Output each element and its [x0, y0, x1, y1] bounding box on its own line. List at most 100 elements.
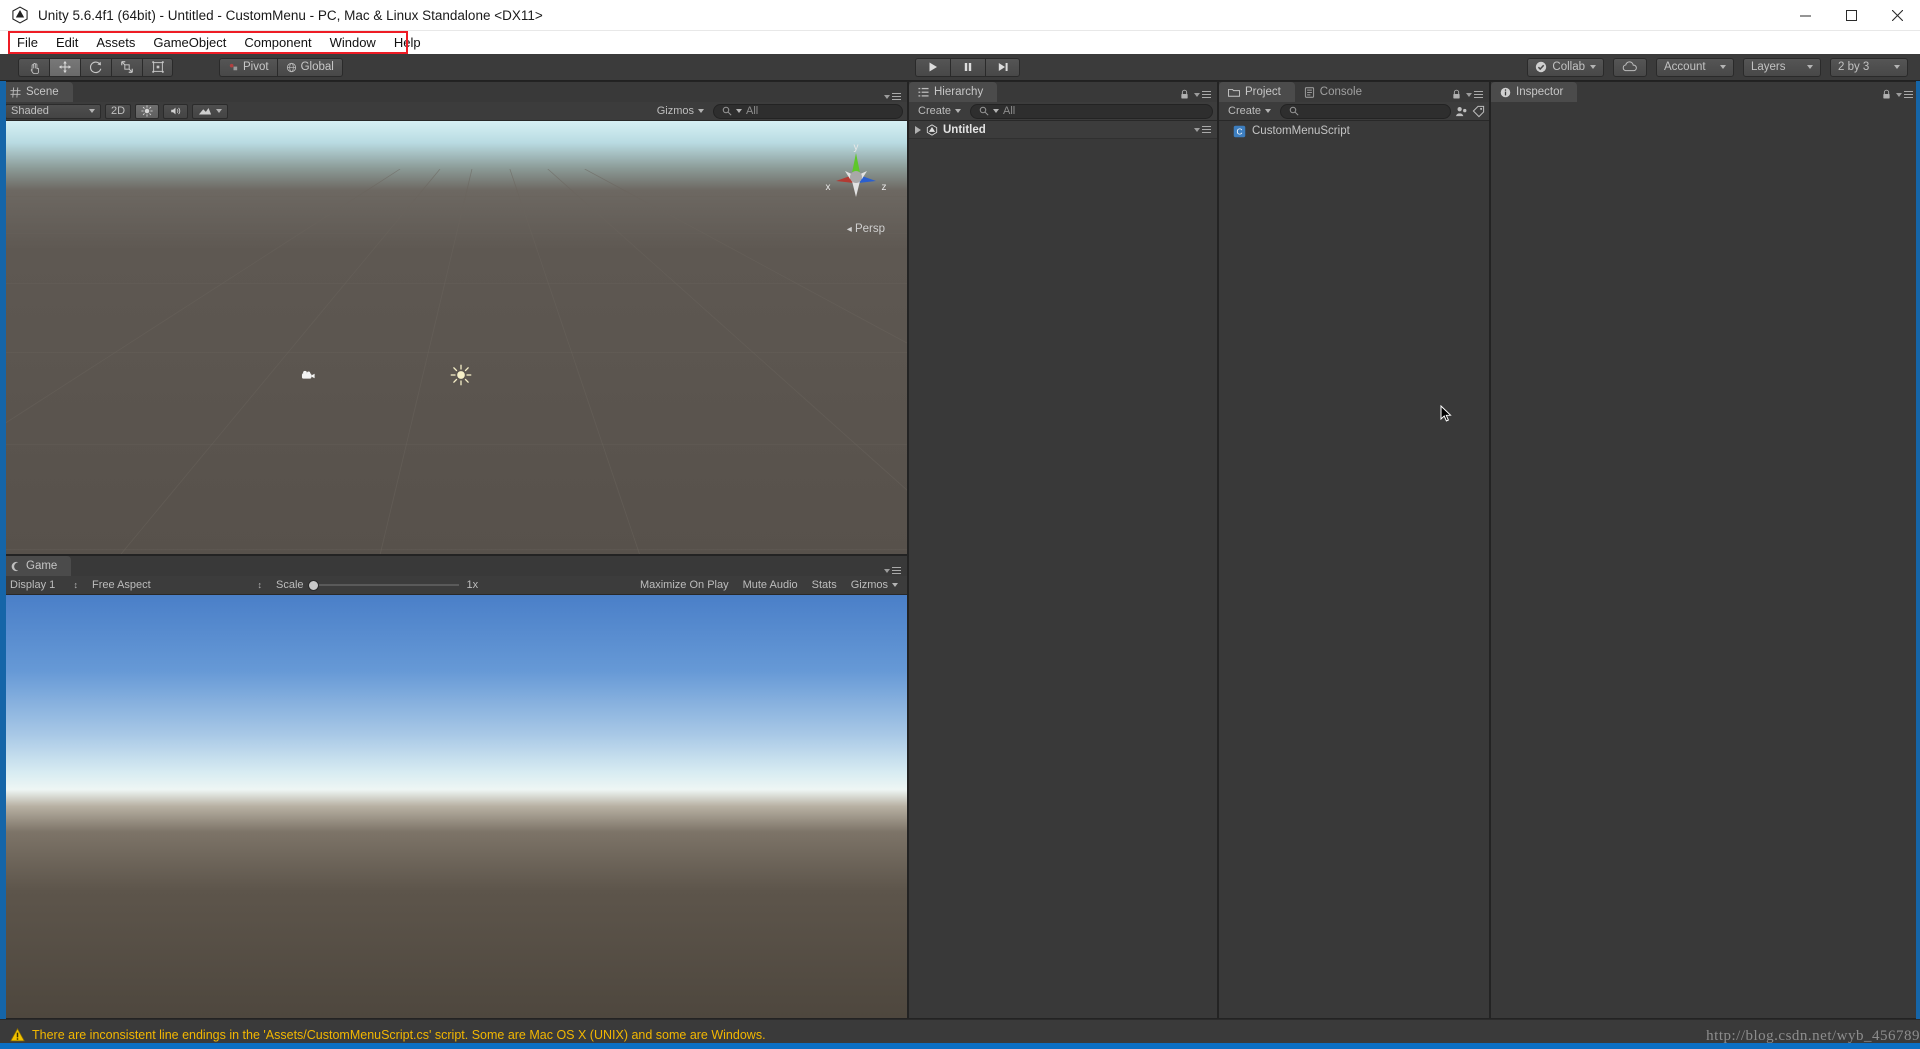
rect-tool-button[interactable]	[142, 58, 173, 77]
hierarchy-tree[interactable]: Untitled	[909, 121, 1217, 1018]
effects-mountain-icon	[198, 106, 212, 116]
unity-toolbar: Pivot Global	[0, 54, 1920, 81]
scene-viewport[interactable]: y x z ◂ Persp	[1, 121, 907, 554]
global-toggle-button[interactable]: Global	[277, 58, 343, 77]
menu-item-assets[interactable]: Assets	[87, 33, 144, 52]
toggle-2d-button[interactable]: 2D	[105, 104, 131, 119]
scale-control[interactable]: Scale 1x	[271, 577, 483, 593]
step-button[interactable]	[985, 58, 1020, 77]
maximize-button[interactable]	[1828, 0, 1874, 31]
gizmo-z-label: z	[882, 182, 887, 193]
collab-button[interactable]: Collab	[1527, 58, 1604, 77]
inspector-tabrow: Inspector	[1491, 82, 1919, 102]
scale-slider-track[interactable]	[319, 584, 459, 586]
scene-effects-toggle[interactable]	[192, 104, 228, 119]
playback-controls	[915, 58, 1020, 77]
scene-search-input[interactable]: All	[713, 104, 903, 119]
close-button[interactable]	[1874, 0, 1920, 31]
chevron-down-icon	[89, 109, 95, 113]
project-asset-list[interactable]: C CustomMenuScript	[1219, 121, 1489, 1018]
layout-dropdown[interactable]: 2 by 3	[1830, 58, 1908, 77]
scale-slider[interactable]	[308, 580, 459, 591]
scene-audio-toggle[interactable]	[163, 104, 188, 119]
minimize-button[interactable]	[1782, 0, 1828, 31]
hand-tool-button[interactable]	[18, 58, 49, 77]
console-icon	[1304, 87, 1315, 98]
directional-light-gizmo-icon	[450, 364, 472, 386]
project-panel-menu-button[interactable]	[1466, 91, 1483, 98]
tab-project[interactable]: Project	[1219, 82, 1295, 102]
project-search-input[interactable]	[1280, 104, 1451, 119]
list-item[interactable]: C CustomMenuScript	[1219, 121, 1489, 138]
scale-slider-knob[interactable]	[308, 580, 319, 591]
shading-mode-label: Shaded	[11, 105, 49, 117]
inspector-panel-menu-button[interactable]	[1896, 91, 1913, 98]
pause-button[interactable]	[950, 58, 985, 77]
hierarchy-subtoolbar: Create All	[909, 102, 1217, 121]
updown-arrows-icon: ↕	[258, 580, 263, 590]
tab-scene[interactable]: Scene	[1, 82, 73, 102]
menu-item-help[interactable]: Help	[385, 33, 430, 52]
display-dropdown[interactable]: Display 1 ↕	[5, 577, 83, 593]
warning-icon	[10, 1028, 25, 1042]
tab-inspector[interactable]: Inspector	[1491, 82, 1577, 102]
menu-lines-icon	[1474, 91, 1483, 98]
tab-game[interactable]: Game	[1, 556, 71, 576]
menu-item-gameobject[interactable]: GameObject	[144, 33, 235, 52]
move-tool-button[interactable]	[49, 58, 80, 77]
inspector-tab-menu-group	[1882, 89, 1919, 102]
scene-orientation-gizmo[interactable]: y x z	[819, 139, 893, 213]
tab-console[interactable]: Console	[1295, 82, 1376, 102]
lock-icon[interactable]	[1882, 89, 1891, 100]
aspect-dropdown[interactable]: Free Aspect ↕	[87, 577, 267, 593]
expand-triangle-icon[interactable]	[915, 126, 921, 134]
tab-project-label: Project	[1245, 86, 1281, 98]
hierarchy-scene-row[interactable]: Untitled	[909, 121, 1217, 139]
hierarchy-panel-menu-button[interactable]	[1194, 91, 1211, 98]
play-button[interactable]	[915, 58, 950, 77]
menu-item-component[interactable]: Component	[235, 33, 320, 52]
lock-icon[interactable]	[1180, 89, 1189, 100]
search-icon	[722, 106, 732, 116]
scale-value: 1x	[467, 579, 479, 591]
maximize-on-play-toggle[interactable]: Maximize On Play	[635, 577, 734, 593]
hierarchy-create-dropdown[interactable]: Create	[913, 103, 966, 119]
search-icon	[1289, 106, 1299, 116]
scene-lighting-toggle[interactable]	[135, 104, 159, 119]
tab-inspector-label: Inspector	[1516, 86, 1563, 98]
shading-mode-dropdown[interactable]: Shaded	[5, 104, 101, 119]
window-border-bottom	[0, 1043, 1920, 1049]
scene-gizmos-dropdown[interactable]: Gizmos	[652, 103, 709, 119]
toolbar-right-group: Collab Account Layers 2 by 3	[1527, 58, 1920, 77]
scene-tabrow: Scene	[1, 82, 907, 102]
menu-item-file[interactable]: File	[8, 33, 47, 52]
mute-audio-toggle[interactable]: Mute Audio	[738, 577, 803, 593]
pivot-toggle-button[interactable]: Pivot	[219, 58, 277, 77]
hierarchy-scene-name: Untitled	[943, 124, 986, 136]
hierarchy-search-input[interactable]: All	[970, 104, 1213, 119]
scene-projection-label[interactable]: ◂ Persp	[847, 223, 885, 235]
project-create-dropdown[interactable]: Create	[1223, 103, 1276, 119]
inspector-content[interactable]	[1491, 102, 1919, 1018]
menu-lines-icon	[892, 567, 901, 574]
account-dropdown[interactable]: Account	[1656, 58, 1734, 77]
tab-hierarchy[interactable]: Hierarchy	[909, 82, 997, 102]
scene-row-menu-button[interactable]	[1194, 126, 1217, 133]
game-panel-menu-button[interactable]	[884, 567, 901, 574]
stats-toggle[interactable]: Stats	[807, 577, 842, 593]
filter-by-type-icon[interactable]	[1455, 105, 1468, 118]
game-viewport[interactable]	[1, 595, 907, 1018]
tab-game-label: Game	[26, 560, 57, 572]
rotate-tool-button[interactable]	[80, 58, 111, 77]
game-gizmos-dropdown[interactable]: Gizmos	[846, 577, 903, 593]
scene-panel-menu-button[interactable]	[884, 93, 901, 100]
layers-dropdown[interactable]: Layers	[1743, 58, 1821, 77]
filter-by-label-icon[interactable]	[1472, 105, 1485, 118]
services-cloud-button[interactable]	[1613, 58, 1647, 77]
global-label: Global	[301, 61, 334, 73]
menu-item-window[interactable]: Window	[321, 33, 385, 52]
menu-item-edit[interactable]: Edit	[47, 33, 87, 52]
scale-tool-button[interactable]	[111, 58, 142, 77]
aspect-label: Free Aspect	[92, 579, 151, 591]
lock-icon[interactable]	[1452, 89, 1461, 100]
